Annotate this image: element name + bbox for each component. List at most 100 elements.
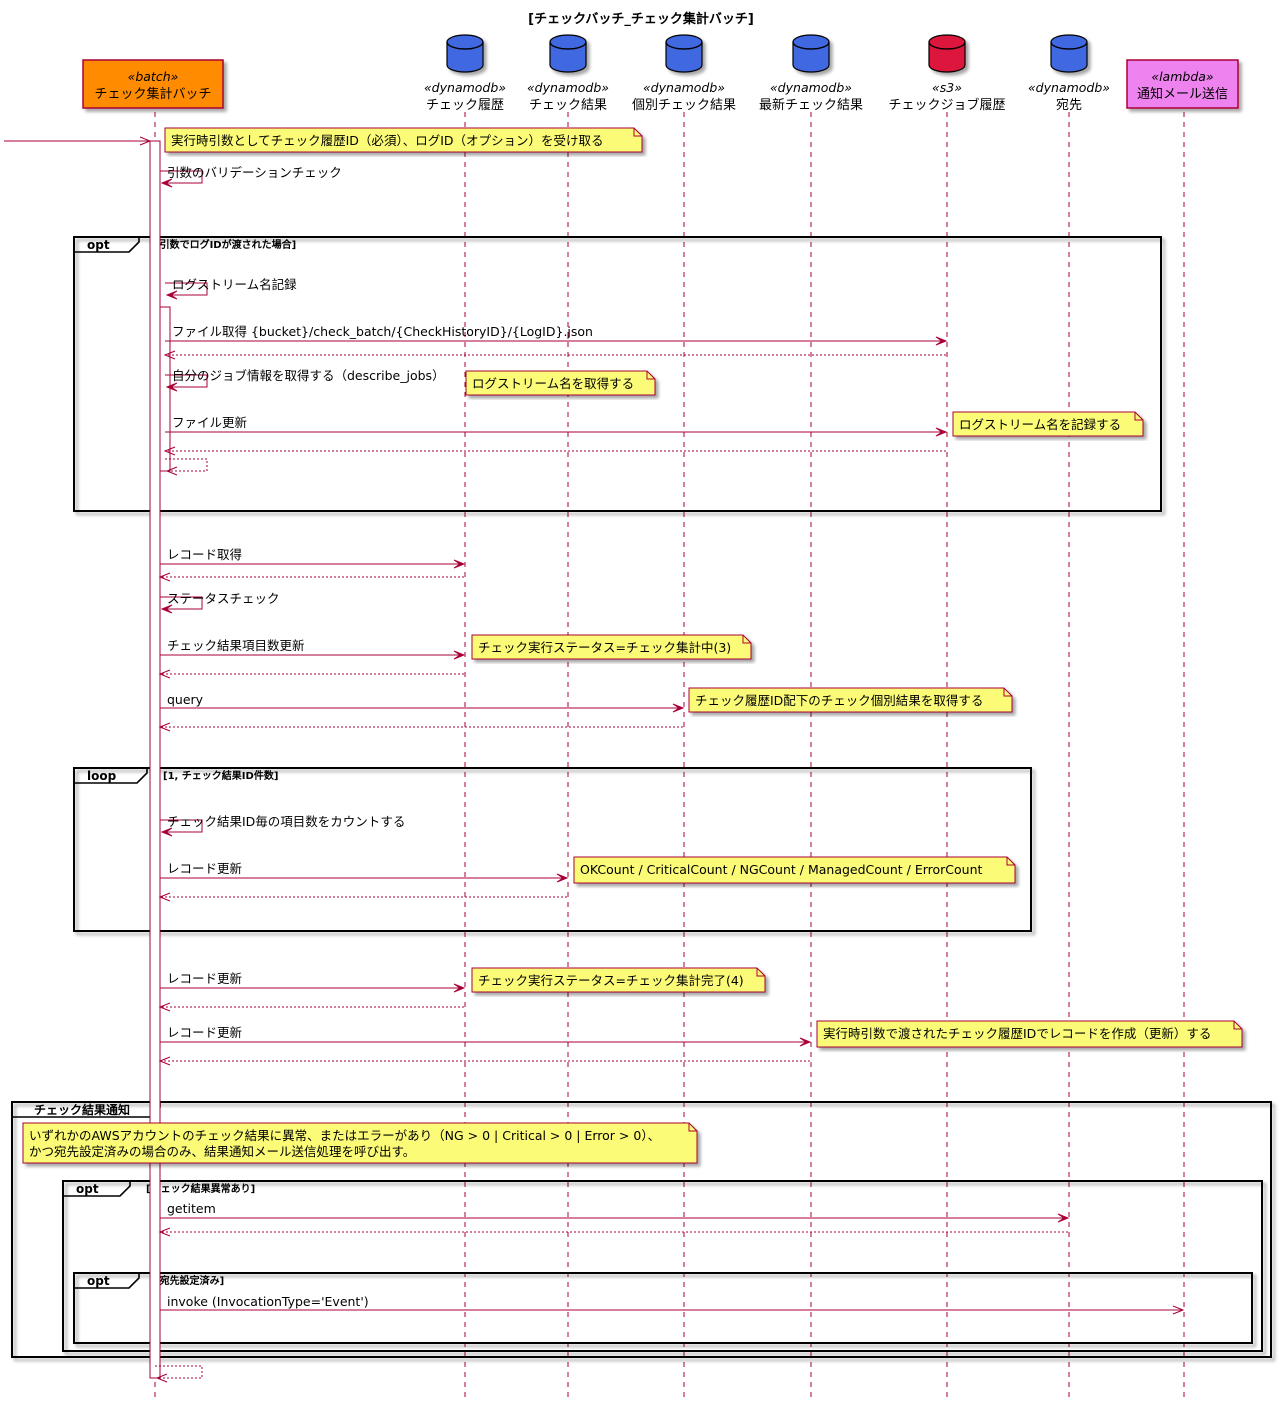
message-label: チェック結果ID毎の項目数をカウントする [167,814,405,829]
fragment-keyword: opt [87,238,110,252]
message-4: ファイル取得 {bucket}/check_batch/{CheckHistor… [165,324,948,346]
participant-name: チェック集計バッチ [94,86,211,102]
message-1 [4,136,152,146]
database-icon [792,34,830,73]
diagram-title: [チェックバッチ_チェック集計バッチ] [528,11,754,27]
participant-stereotype: «dynamodb» [770,80,852,95]
message-label: レコード更新 [167,1025,242,1040]
message-7: ファイル更新 [165,415,948,437]
message-11 [158,572,464,582]
database-icon [446,34,484,73]
note-text: チェック実行ステータス=チェック集計中(3) [478,640,731,655]
participant-indiv: «dynamodb» 個別チェック結果 [632,34,736,113]
participant-name: チェックジョブ履歴 [888,97,1005,113]
fragment-frame [73,767,1032,932]
note-text: ログストリーム名を取得する [472,376,634,391]
fragment-condition: [チェック結果異常あり] [146,1182,255,1195]
participant-name: 通知メール送信 [1137,86,1228,102]
participant-batch: «batch» チェック集計バッチ [82,59,224,109]
message-12: ステータスチェック [160,591,280,614]
fragment-keyword: チェック結果通知 [34,1102,130,1117]
note-4: チェック実行ステータス=チェック集計中(3) [471,634,752,660]
activation-bar [149,140,161,1379]
message-label: query [167,692,204,707]
note-text: 実行時引数で渡されたチェック履歴IDでレコードを作成（更新）する [823,1026,1211,1041]
participant-lambda: «lambda» 通知メール送信 [1126,59,1239,109]
participant-result: «dynamodb» チェック結果 [527,34,609,113]
fragment-4: opt [チェック結果異常あり] [62,1180,1263,1352]
fragment-condition: [1, チェック結果ID件数] [163,769,278,782]
arrow-head [158,572,171,582]
message-13: チェック結果項目数更新 [160,638,466,660]
message-14 [158,669,464,679]
participant-name: 宛先 [1056,98,1082,113]
message-8 [163,446,946,456]
message-21 [158,1002,464,1012]
participant-stereotype: «dynamodb» [1028,80,1110,95]
message-label: ステータスチェック [167,591,280,606]
message-label: ファイル更新 [172,415,247,430]
message-9 [165,458,208,476]
fragment-keyword: opt [76,1182,99,1196]
message-label: ファイル取得 {bucket}/check_batch/{CheckHistor… [172,324,593,339]
message-23 [158,1056,810,1066]
message-17: チェック結果ID毎の項目数をカウントする [160,814,405,837]
message-15: query [160,692,685,713]
message-label: レコード取得 [167,547,242,562]
note-text: OKCount / CriticalCount / NGCount / Mana… [580,862,983,877]
message-label: 引数のバリデーションチェック [167,165,342,180]
message-label: ログストリーム名記録 [172,277,297,292]
participant-s3: «s3» チェックジョブ履歴 [888,34,1006,113]
database-icon [665,34,703,73]
note-text: かつ宛先設定済みの場合のみ、結果通知メール送信処理を呼び出す。 [29,1144,415,1159]
note-text: 実行時引数としてチェック履歴ID（必須）、ログID（オプション）を受け取る [171,133,604,148]
message-24: getitem [160,1201,1070,1223]
note-2: ログストリーム名を取得する [465,370,656,396]
note-5: チェック履歴ID配下のチェック個別結果を取得する [688,687,1013,713]
arrow-head [158,669,171,679]
message-25 [158,1227,1068,1237]
message-27 [155,1365,203,1383]
message-16 [158,722,683,732]
fragment-keyword: opt [87,1274,110,1288]
message-label: チェック結果項目数更新 [167,638,305,653]
participant-stereotype: «dynamodb» [424,80,506,95]
message-label: レコード更新 [167,861,242,876]
fragment-frame [62,1180,1263,1352]
note-1: 実行時引数としてチェック履歴ID（必須）、ログID（オプション）を受け取る [164,127,643,153]
message-3: ログストリーム名記録 [165,277,297,300]
participant-stereotype: «dynamodb» [527,80,609,95]
message-26: invoke (InvocationType='Event') [160,1294,1185,1315]
arrow-head [158,1002,171,1012]
sequence-diagram: [チェックバッチ_チェック集計バッチ] opt [引数でログIDが渡された場合] l… [4,11,1272,1398]
note-3: ログストリーム名を記録する [952,411,1144,437]
fragment-keyword: loop [87,769,117,783]
message-5 [163,350,946,360]
participant-stereotype: «s3» [932,80,962,95]
database-icon [928,34,966,73]
note-text: チェック実行ステータス=チェック集計完了(4) [478,973,744,988]
message-label: getitem [167,1201,216,1216]
message-2: 引数のバリデーションチェック [160,165,342,188]
message-label: invoke (InvocationType='Event') [167,1294,369,1309]
note-text: いずれかのAWSアカウントのチェック結果に異常、またはエラーがあり（NG > 0… [29,1128,660,1143]
message-18: レコード更新 [160,861,569,883]
participant-name: チェック結果 [529,98,607,113]
participant-name: 最新チェック結果 [759,97,863,113]
participant-hist: «dynamodb» チェック履歴 [424,34,506,113]
participant-name: 個別チェック結果 [632,98,736,113]
database-icon [549,34,587,73]
message-6: 自分のジョブ情報を取得する（describe_jobs） [165,368,445,392]
fragment-condition: [引数でログIDが渡された場合] [155,238,296,251]
fragment-condition: [宛先設定済み] [155,1274,224,1287]
message-22: レコード更新 [160,1025,812,1047]
arrow-head [158,1227,171,1237]
note-8: 実行時引数で渡されたチェック履歴IDでレコードを作成（更新）する [816,1020,1243,1048]
participant-stereotype: «batch» [128,69,179,84]
participant-name: チェック履歴 [426,98,504,113]
message-label: 自分のジョブ情報を取得する（describe_jobs） [172,368,445,383]
note-9: いずれかのAWSアカウントのチェック結果に異常、またはエラーがあり（NG > 0… [22,1122,698,1164]
message-label: レコード更新 [167,971,242,986]
participant-latest: «dynamodb» 最新チェック結果 [759,34,863,113]
database-icon [1050,34,1088,73]
